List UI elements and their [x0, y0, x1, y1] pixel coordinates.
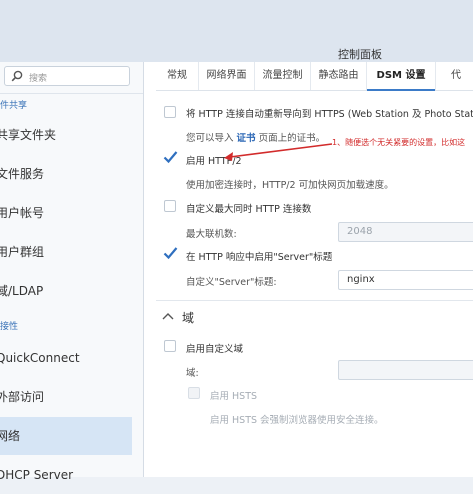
window-titlebar: 控制面板 [0, 0, 473, 62]
tab-network-interface[interactable]: 网络界面 [199, 62, 255, 90]
custom-domain-checkbox[interactable] [164, 340, 176, 352]
annotation-note: 1、随便选个无关紧要的设置，比如这 [332, 138, 466, 147]
sidebar-divider [0, 93, 143, 94]
sidebar-item-label: 用户帐号 [0, 206, 45, 220]
sidebar-item-label: DHCP Server [0, 468, 74, 482]
sidebar-item-label: 网络 [0, 429, 21, 443]
sidebar-item-dhcp-server[interactable]: DHCP Server [0, 456, 143, 494]
sidebar-group-file-sharing: 件共享 [0, 101, 28, 111]
window-title: 控制面板 [338, 48, 382, 61]
http2-checkbox[interactable] [163, 151, 178, 164]
sidebar: 搜索 件共享 共享文件夹 文件服务 用户帐号 用户群组 域/LDAP 接性 Qu… [0, 62, 144, 482]
server-header-checkbox[interactable] [163, 247, 178, 260]
tab-static-route[interactable]: 静态路由 [311, 62, 367, 90]
tab-traffic-control[interactable]: 流量控制 [255, 62, 311, 90]
https-redirect-checkbox[interactable] [164, 106, 176, 118]
sidebar-item-user[interactable]: 用户帐号 [0, 194, 143, 232]
sidebar-item-quickconnect[interactable]: QuickConnect [0, 339, 143, 377]
sidebar-item-external-access[interactable]: 外部访问 [0, 378, 143, 416]
tab-general[interactable]: 常规 [156, 62, 199, 90]
settings-panel: 常规 网络界面 流量控制 静态路由 DSM 设置 代 将 HTTP 连接自动重新… [144, 62, 473, 477]
sidebar-item-label: 用户群组 [0, 245, 45, 259]
domain-section-title: 域 [182, 311, 195, 325]
sidebar-item-ldap[interactable]: 域/LDAP [0, 272, 143, 310]
tab-bar: 常规 网络界面 流量控制 静态路由 DSM 设置 代 [156, 62, 473, 91]
server-header-input[interactable]: nginx [338, 270, 473, 290]
search-icon [11, 70, 23, 82]
custom-domain-label: 启用自定义域 [186, 344, 244, 355]
tab-dsm-settings[interactable]: DSM 设置 [367, 62, 436, 91]
http2-description: 使用加密连接时，HTTP/2 可加快网页加载速度。 [186, 180, 394, 191]
hsts-label: 启用 HSTS [210, 391, 258, 402]
server-header-field-label: 自定义"Server"标题: [186, 277, 277, 288]
search-placeholder: 搜索 [29, 74, 48, 84]
sidebar-item-network[interactable]: 网络 [0, 417, 132, 455]
hsts-description: 启用 HSTS 会强制浏览器使用安全连接。 [210, 415, 384, 426]
hsts-checkbox[interactable] [188, 387, 200, 399]
checkmark-icon [163, 247, 178, 260]
max-connections-input[interactable]: 2048 [338, 222, 473, 242]
sidebar-group-connectivity: 接性 [0, 322, 19, 332]
sidebar-item-label: 外部访问 [0, 390, 45, 404]
sidebar-item-label: 共享文件夹 [0, 128, 57, 142]
tab-proxy[interactable]: 代 [436, 62, 473, 90]
sidebar-item-group[interactable]: 用户群组 [0, 233, 143, 271]
domain-field-label: 域: [186, 368, 199, 379]
max-connections-label: 自定义最大同时 HTTP 连接数 [186, 204, 312, 215]
max-connections-field-label: 最大联机数: [186, 229, 237, 240]
max-connections-checkbox[interactable] [164, 200, 176, 212]
server-header-label: 在 HTTP 响应中启用"Server"标题 [186, 252, 333, 263]
sidebar-item-file-services[interactable]: 文件服务 [0, 155, 143, 193]
sidebar-item-label: QuickConnect [0, 351, 80, 365]
section-divider [156, 300, 473, 301]
https-redirect-label: 将 HTTP 连接自动重新导向到 HTTPS (Web Station 及 Ph… [186, 109, 473, 120]
annotation-arrow-icon [224, 143, 333, 161]
sidebar-item-label: 域/LDAP [0, 284, 44, 298]
sidebar-item-label: 文件服务 [0, 167, 45, 181]
domain-input[interactable] [338, 360, 473, 380]
search-input[interactable]: 搜索 [4, 66, 130, 86]
checkmark-icon [163, 151, 178, 164]
chevron-up-icon[interactable] [162, 312, 174, 325]
sidebar-item-shared-folder[interactable]: 共享文件夹 [0, 116, 143, 154]
